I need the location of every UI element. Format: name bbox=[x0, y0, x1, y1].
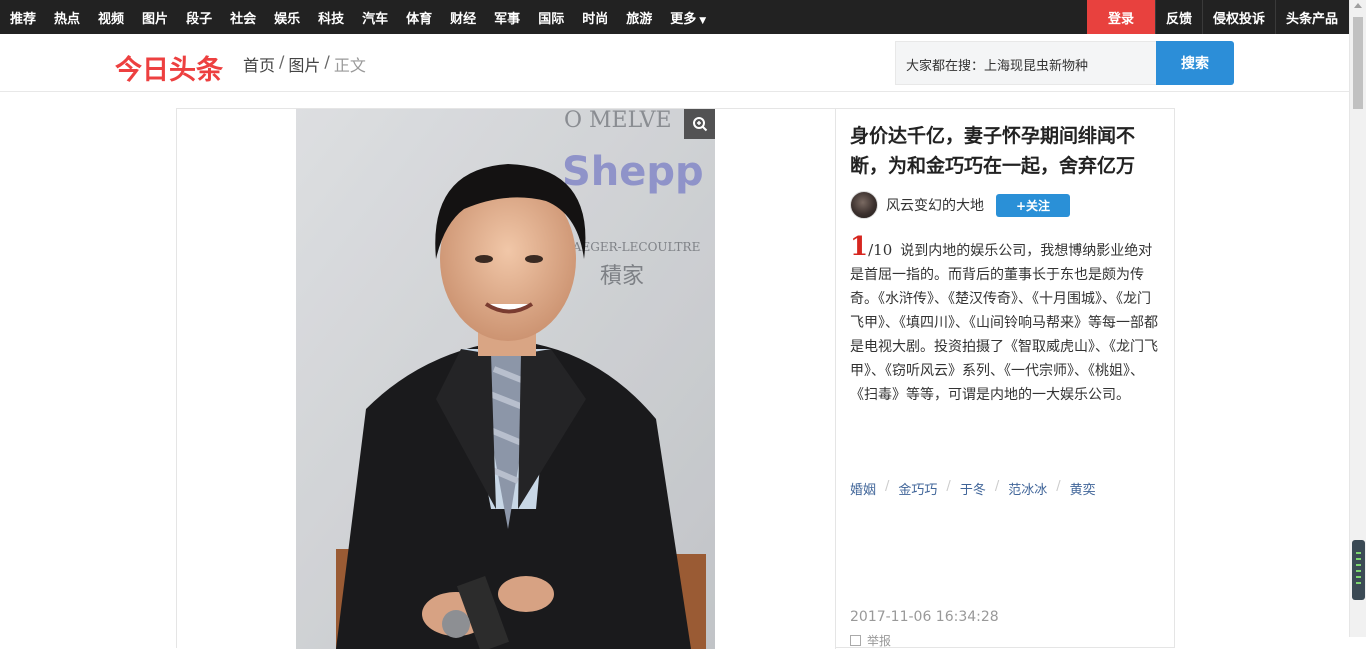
nav-link-jokes[interactable]: 段子 bbox=[186, 8, 212, 27]
feedback-link[interactable]: 反馈 bbox=[1154, 0, 1202, 34]
widget-bar-icon bbox=[1356, 558, 1361, 560]
nav-link-images[interactable]: 图片 bbox=[142, 8, 168, 27]
nav-link-hot[interactable]: 热点 bbox=[54, 8, 80, 27]
channel-links: 推荐 热点 视频 图片 段子 社会 娱乐 科技 汽车 体育 财经 军事 国际 时… bbox=[10, 0, 724, 34]
backdrop-text: JAEGER-LECOULTRE bbox=[566, 240, 700, 254]
search-bar: 大家都在搜：上海现昆虫新物种 搜索 bbox=[895, 41, 1234, 85]
nav-link-military[interactable]: 军事 bbox=[494, 8, 520, 27]
nav-link-video[interactable]: 视频 bbox=[98, 8, 124, 27]
author-name[interactable]: 风云变幻的大地 bbox=[886, 195, 984, 215]
photo-area: O MELVE Shepp JAEGER-LECOULTRE 積家 bbox=[177, 109, 835, 649]
author-avatar[interactable] bbox=[850, 191, 878, 219]
zoom-in-button[interactable] bbox=[684, 109, 715, 139]
scrollbar-thumb[interactable] bbox=[1353, 17, 1363, 109]
page-total: /10 bbox=[868, 241, 893, 259]
breadcrumb-home[interactable]: 首页 bbox=[243, 52, 275, 76]
widget-bar-icon bbox=[1356, 576, 1361, 578]
backdrop-text: Shepp bbox=[562, 149, 704, 195]
tag-link[interactable]: 于冬 bbox=[960, 479, 986, 498]
nav-link-tech[interactable]: 科技 bbox=[318, 8, 344, 27]
infringement-report-link[interactable]: 侵权投诉 bbox=[1201, 0, 1275, 34]
follow-button[interactable]: +关注 bbox=[996, 193, 1070, 217]
side-widget[interactable] bbox=[1352, 540, 1365, 600]
tag-separator: / bbox=[946, 479, 951, 494]
page-counter: 1/10 bbox=[850, 234, 900, 260]
nav-link-auto[interactable]: 汽车 bbox=[362, 8, 388, 27]
tag-list: 婚姻 / 金巧巧 / 于冬 / 范冰冰 / 黄奕 bbox=[850, 479, 1096, 498]
article-title: 身价达千亿，妻子怀孕期间绯闻不断，为和金巧巧在一起，舍弃亿万 bbox=[850, 125, 1136, 177]
widget-bar-icon bbox=[1356, 570, 1361, 572]
tag-link[interactable]: 金巧巧 bbox=[898, 479, 937, 498]
breadcrumb-section[interactable]: 图片 bbox=[288, 52, 320, 76]
widget-bar-icon bbox=[1356, 552, 1361, 554]
chevron-down-icon: ▼ bbox=[699, 15, 707, 26]
nav-link-entertainment[interactable]: 娱乐 bbox=[274, 8, 300, 27]
nav-link-international[interactable]: 国际 bbox=[538, 8, 564, 27]
photo-illustration: O MELVE Shepp JAEGER-LECOULTRE 積家 bbox=[296, 109, 715, 649]
search-input[interactable]: 大家都在搜：上海现昆虫新物种 bbox=[895, 41, 1157, 85]
nav-link-travel[interactable]: 旅游 bbox=[626, 8, 652, 27]
widget-bar-icon bbox=[1356, 582, 1361, 584]
nav-link-society[interactable]: 社会 bbox=[230, 8, 256, 27]
nav-link-finance[interactable]: 财经 bbox=[450, 8, 476, 27]
breadcrumb-current: 正文 bbox=[333, 56, 366, 75]
page-scrollbar[interactable] bbox=[1349, 0, 1366, 637]
description-text: 说到内地的娱乐公司，我想博纳影业绝对是首屈一指的。而背后的董事长于东也是颇为传奇… bbox=[850, 243, 1158, 403]
products-link[interactable]: 头条产品 bbox=[1274, 0, 1349, 34]
search-button[interactable]: 搜索 bbox=[1156, 41, 1234, 85]
top-nav-right: 登录 反馈 侵权投诉 头条产品 bbox=[1086, 0, 1349, 34]
breadcrumb-separator: / bbox=[324, 52, 330, 71]
tag-link[interactable]: 黄奕 bbox=[1070, 479, 1096, 498]
nav-link-fashion[interactable]: 时尚 bbox=[582, 8, 608, 27]
page-current: 1 bbox=[850, 232, 869, 262]
scroll-up-arrow-icon[interactable] bbox=[1354, 3, 1362, 8]
nav-link-more[interactable]: 更多 ▼ bbox=[670, 8, 706, 27]
report-label: 举报 bbox=[867, 634, 892, 648]
backdrop-text: O MELVE bbox=[564, 109, 672, 133]
nav-more-label: 更多 bbox=[670, 11, 697, 27]
tag-link[interactable]: 婚姻 bbox=[850, 479, 876, 498]
site-logo[interactable]: 今日头条 bbox=[115, 48, 223, 87]
gallery-container: O MELVE Shepp JAEGER-LECOULTRE 積家 身价达千亿，… bbox=[176, 108, 1175, 649]
login-button[interactable]: 登录 bbox=[1086, 0, 1155, 34]
breadcrumb: 首页 / 图片 / 正文 bbox=[243, 52, 370, 76]
nav-link-sports[interactable]: 体育 bbox=[406, 8, 432, 27]
tag-separator: / bbox=[1056, 479, 1061, 494]
tag-link[interactable]: 范冰冰 bbox=[1008, 479, 1047, 498]
image-description: 1/10 说到内地的娱乐公司，我想博纳影业绝对是首屈一指的。而背后的董事长于东也是… bbox=[850, 234, 1160, 407]
breadcrumb-separator: / bbox=[279, 52, 285, 71]
tag-separator: / bbox=[994, 479, 1000, 494]
zoom-icon bbox=[692, 117, 707, 132]
report-link[interactable]: 举报 bbox=[850, 632, 891, 649]
author-row: 风云变幻的大地 +关注 bbox=[850, 191, 1070, 219]
top-nav-bar: 推荐 热点 视频 图片 段子 社会 娱乐 科技 汽车 体育 财经 军事 国际 时… bbox=[0, 0, 1349, 34]
publish-date: 2017-11-06 16:34:28 bbox=[850, 609, 999, 625]
backdrop-text: 積家 bbox=[600, 264, 644, 289]
site-header: 今日头条 首页 / 图片 / 正文 大家都在搜：上海现昆虫新物种 搜索 bbox=[0, 34, 1349, 92]
tag-separator: / bbox=[885, 479, 890, 494]
nav-link-recommend[interactable]: 推荐 bbox=[10, 8, 36, 27]
article-sidebar: 身价达千亿，妻子怀孕期间绯闻不断，为和金巧巧在一起，舍弃亿万 风云变幻的大地 +… bbox=[835, 109, 1175, 649]
widget-bar-icon bbox=[1356, 564, 1361, 566]
gallery-photo[interactable]: O MELVE Shepp JAEGER-LECOULTRE 積家 bbox=[296, 109, 715, 649]
